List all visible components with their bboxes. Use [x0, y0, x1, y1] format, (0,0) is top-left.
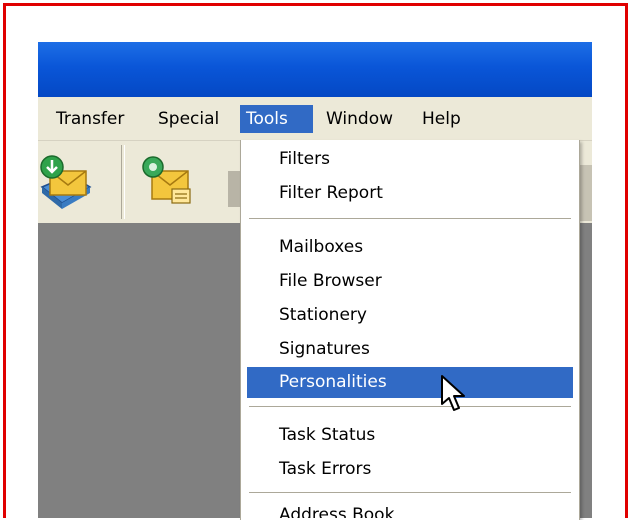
menu-item-filter-report[interactable]: Filter Report	[247, 178, 573, 209]
menu-item-signatures[interactable]: Signatures	[247, 334, 573, 365]
menu-item-mailboxes[interactable]: Mailboxes	[247, 232, 573, 263]
menu-separator	[249, 218, 571, 220]
menu-window[interactable]: Window	[320, 105, 399, 133]
toolbar-edge	[578, 165, 592, 221]
tools-menu-dropdown: Filters Filter Report Mailboxes File Bro…	[240, 140, 580, 520]
menu-item-address-book[interactable]: Address Book	[247, 500, 573, 518]
menu-help[interactable]: Help	[416, 105, 467, 133]
new-message-icon[interactable]	[138, 153, 194, 209]
window-titlebar[interactable]	[38, 42, 592, 97]
menu-separator	[249, 492, 571, 494]
menu-bar: Transfer Special Tools Window Help	[38, 97, 592, 141]
menu-item-task-errors[interactable]: Task Errors	[247, 454, 573, 485]
menu-item-filters[interactable]: Filters	[247, 144, 573, 175]
menu-item-personalities[interactable]: Personalities	[247, 367, 573, 398]
mouse-pointer-icon	[440, 374, 470, 414]
menu-item-file-browser[interactable]: File Browser	[247, 266, 573, 297]
toolbar-separator	[121, 145, 125, 219]
menu-separator	[249, 406, 571, 408]
menu-transfer[interactable]: Transfer	[50, 105, 130, 133]
menu-special[interactable]: Special	[152, 105, 225, 133]
menu-item-task-status[interactable]: Task Status	[247, 420, 573, 451]
check-mail-icon[interactable]	[38, 153, 94, 209]
menu-tools[interactable]: Tools	[240, 105, 313, 133]
menu-item-stationery[interactable]: Stationery	[247, 300, 573, 331]
